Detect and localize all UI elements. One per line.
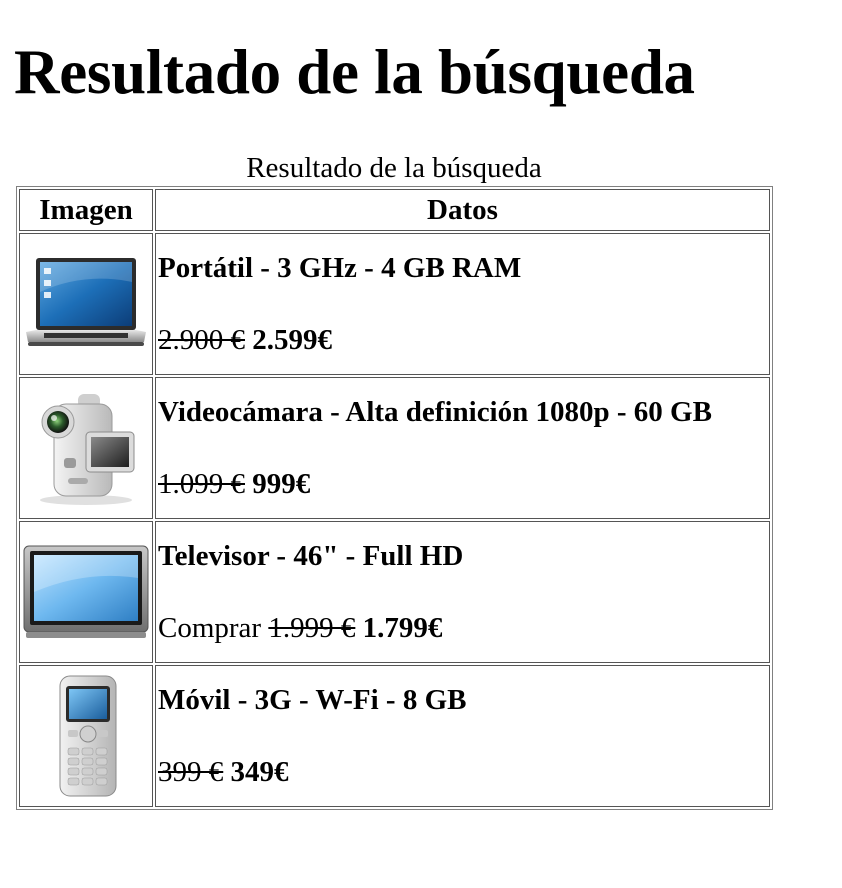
- sale-price: 2.599€: [252, 324, 332, 356]
- table-row: Videocámara - Alta definición 1080p - 60…: [19, 377, 770, 519]
- laptop-icon: [26, 258, 146, 346]
- product-price: 399 € 349€: [158, 754, 769, 790]
- old-price: 2.900 €: [158, 324, 245, 356]
- old-price: 1.099 €: [158, 468, 245, 500]
- sale-price: 999€: [252, 468, 311, 500]
- table-caption: Resultado de la búsqueda: [246, 152, 542, 184]
- product-data-cell: Portátil - 3 GHz - 4 GB RAM 2.900 € 2.59…: [155, 233, 770, 375]
- old-price: 1.999 €: [268, 612, 356, 644]
- television-icon: [23, 545, 149, 638]
- table-header-row: Imagen Datos: [19, 189, 770, 231]
- sale-price: 349€: [230, 756, 289, 788]
- table-row: Móvil - 3G - W-Fi - 8 GB 399 € 349€: [19, 665, 770, 807]
- product-title: Portátil - 3 GHz - 4 GB RAM: [158, 252, 522, 284]
- product-image-cell: [19, 233, 153, 375]
- column-header-image: Imagen: [19, 189, 153, 231]
- product-price: 2.900 € 2.599€: [158, 322, 769, 358]
- product-data-cell: Videocámara - Alta definición 1080p - 60…: [155, 377, 770, 519]
- product-data-cell: Televisor - 46" - Full HD Comprar 1.999 …: [155, 521, 770, 663]
- product-image-cell: [19, 665, 153, 807]
- product-price: Comprar 1.999 € 1.799€: [158, 610, 769, 646]
- product-image-cell: [19, 521, 153, 663]
- product-image-cell: [19, 377, 153, 519]
- page-title: Resultado de la búsqueda: [14, 37, 695, 107]
- table-row: Portátil - 3 GHz - 4 GB RAM 2.900 € 2.59…: [19, 233, 770, 375]
- sale-price: 1.799€: [362, 612, 443, 644]
- product-data-cell: Móvil - 3G - W-Fi - 8 GB 399 € 349€: [155, 665, 770, 807]
- column-header-data: Datos: [155, 189, 770, 231]
- product-title: Móvil - 3G - W-Fi - 8 GB: [158, 684, 467, 716]
- product-title: Televisor - 46" - Full HD: [158, 540, 464, 572]
- results-table: Imagen Datos Portátil - 3 GHz - 4 GB RAM…: [16, 186, 773, 810]
- table-row: Televisor - 46" - Full HD Comprar 1.999 …: [19, 521, 770, 663]
- mobile-phone-icon: [59, 675, 117, 797]
- product-price: 1.099 € 999€: [158, 466, 769, 502]
- product-title: Videocámara - Alta definición 1080p - 60…: [158, 396, 712, 428]
- buy-label: Comprar: [158, 612, 262, 644]
- camcorder-icon: [40, 394, 135, 505]
- old-price: 399 €: [158, 756, 224, 788]
